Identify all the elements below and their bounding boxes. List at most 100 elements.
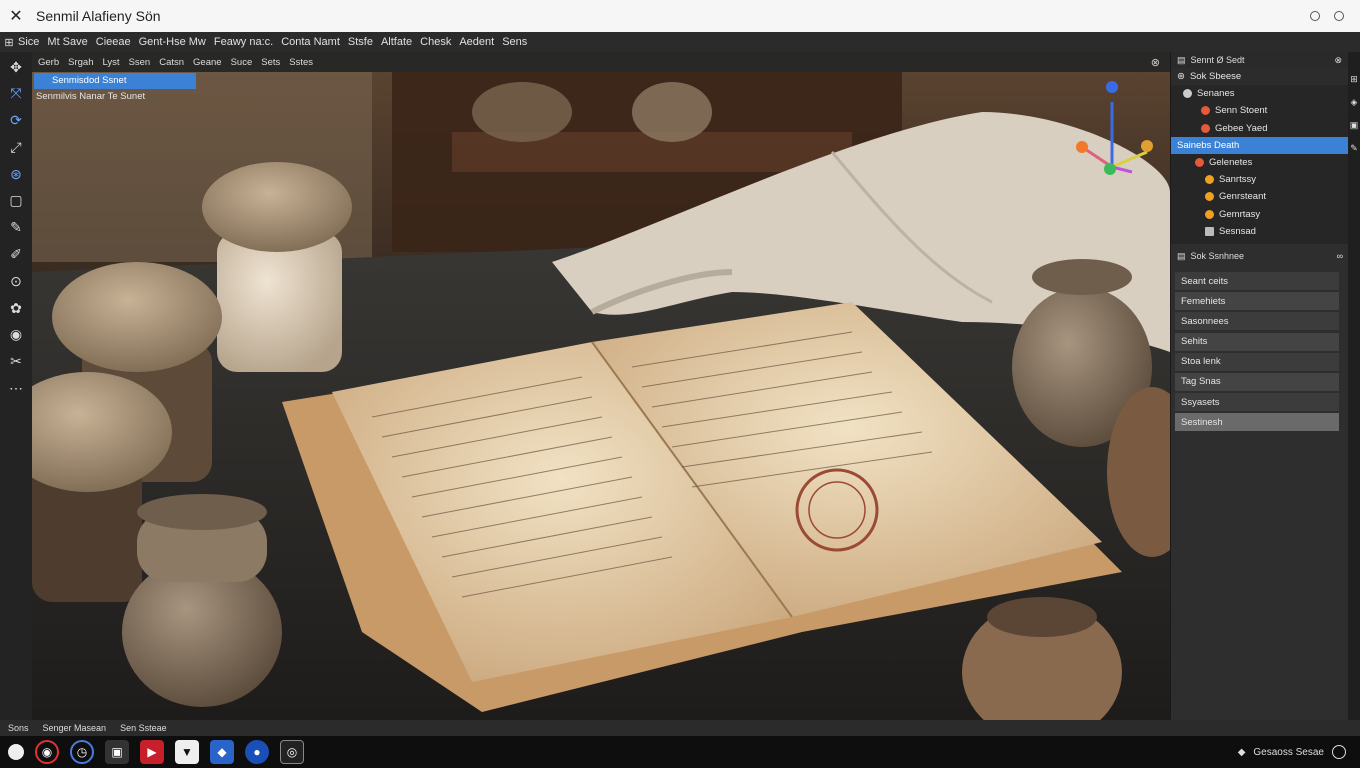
viewport-menu-item[interactable]: Lyst: [102, 57, 119, 68]
outliner-item[interactable]: Gelenetes: [1171, 154, 1349, 171]
menu-item[interactable]: Stsfe: [348, 36, 373, 48]
photos-icon[interactable]: ◆: [210, 740, 234, 764]
property-label: Seant ceits: [1181, 275, 1228, 287]
menu-item[interactable]: Chesk: [420, 36, 451, 48]
transform-tool-icon[interactable]: ⊛: [4, 163, 28, 185]
system-tray: ◆ Gesaoss Sesae: [1238, 745, 1360, 759]
terminal-icon[interactable]: ◎: [280, 740, 304, 764]
outliner-item[interactable]: Gebee Yaed: [1171, 120, 1349, 137]
pin-icon[interactable]: ⊗: [1151, 56, 1160, 69]
properties-options-icon[interactable]: ∞: [1337, 251, 1343, 261]
status-text: Sen Ssteae: [120, 723, 167, 733]
outliner-item[interactable]: Sanrtssy: [1171, 171, 1349, 188]
outliner-options-icon[interactable]: ⊗: [1334, 55, 1342, 66]
outliner-item-label: Gebee Yaed: [1215, 122, 1268, 134]
property-row-active[interactable]: Sestinesh: [1175, 413, 1339, 432]
outliner-item-label: Senn Stoent: [1215, 105, 1268, 117]
network-icon[interactable]: ◆: [1238, 747, 1246, 758]
settings-icon[interactable]: [1310, 11, 1320, 21]
tool-tab-icon[interactable]: ⊞: [1350, 74, 1358, 85]
outliner-item[interactable]: Senn Stoent: [1171, 102, 1349, 119]
right-panel: ▤ Sennt Ø Sedt ⊗ ⊛ Sok Sbeese Senanes Se…: [1170, 52, 1349, 720]
rotate-tool-icon[interactable]: ⟳: [4, 110, 28, 132]
outliner-item[interactable]: Sesnsad: [1171, 223, 1349, 240]
measure-tool-icon[interactable]: ⊙: [4, 270, 28, 292]
camera-tool-icon[interactable]: ◉: [4, 324, 28, 346]
active-object-field[interactable]: Senmisdod Ssnet: [34, 73, 196, 89]
scale-tool-icon[interactable]: ⤢: [4, 136, 28, 158]
menu-item[interactable]: Conta Namt: [281, 36, 340, 48]
properties-icon: ▤: [1177, 250, 1186, 261]
status-text: Sons: [8, 723, 29, 733]
app-logo-icon: ✕: [9, 8, 23, 25]
outliner-item[interactable]: Gemrtasy: [1171, 206, 1349, 223]
window-controls: [1310, 11, 1360, 21]
start-button[interactable]: [8, 744, 24, 760]
properties-list: Seant ceits Femehiets Sasonnees Sehits S…: [1175, 272, 1339, 434]
viewport-menu-item[interactable]: Geane: [193, 57, 222, 68]
select-tool-icon[interactable]: ✥: [4, 56, 28, 78]
property-row[interactable]: Femehiets: [1175, 292, 1339, 311]
property-row[interactable]: Tag Snas: [1175, 372, 1339, 391]
outliner-item-selected[interactable]: Sainebs Death: [1171, 136, 1349, 154]
outliner-title: Sennt Ø Sedt: [1190, 55, 1245, 65]
property-row[interactable]: Ssyasets: [1175, 393, 1339, 412]
outliner-item[interactable]: Genrsteant: [1171, 188, 1349, 205]
properties-tab-strip: ⊞ ◈ ▣ ✎: [1348, 52, 1360, 720]
outliner-item-label: Sanrtssy: [1219, 174, 1256, 186]
annotate-tool-icon[interactable]: ✿: [4, 297, 28, 319]
extra-tools-icon[interactable]: ⋯: [4, 378, 28, 400]
store-icon[interactable]: ▼: [175, 740, 199, 764]
viewport-menu-item[interactable]: Sstes: [289, 57, 313, 68]
viewport-menu-item[interactable]: Suce: [231, 57, 253, 68]
outliner-item-label: Genrsteant: [1219, 191, 1266, 203]
media-icon[interactable]: ▶: [140, 740, 164, 764]
scene-tab-icon[interactable]: ✎: [1350, 143, 1358, 154]
property-row[interactable]: Stoa lenk: [1175, 352, 1339, 371]
viewport-info-text: Senmilvis Nanar Te Sunet: [36, 91, 146, 102]
close-icon[interactable]: [1334, 11, 1344, 21]
viewport-menu-item[interactable]: Srgah: [68, 57, 93, 68]
menu-item[interactable]: Sens: [502, 36, 527, 48]
status-text: Senger Masean: [42, 723, 107, 733]
outliner-icon: ▤: [1177, 54, 1186, 65]
move-tool-icon[interactable]: ⤧: [4, 83, 28, 105]
frame-tool-icon[interactable]: ▢: [4, 190, 28, 212]
clock-app-icon[interactable]: ◷: [70, 740, 94, 764]
clock-icon[interactable]: [1332, 745, 1346, 759]
brush-tool-icon[interactable]: ✎: [4, 217, 28, 239]
scene-render: [32, 72, 1170, 720]
menu-item[interactable]: Altfate: [381, 36, 412, 48]
properties-header: ▤ Sok Ssnhnee ∞: [1171, 248, 1349, 264]
menu-bar: ⊞ Sice Mt Save Cieeae Gent-Hse Mw Feawy …: [0, 32, 1360, 52]
filter-icon[interactable]: ⊛: [1177, 71, 1185, 82]
property-row[interactable]: Seant ceits: [1175, 272, 1339, 290]
property-row[interactable]: Sehits: [1175, 332, 1339, 351]
blender-icon[interactable]: ●: [245, 740, 269, 764]
cut-tool-icon[interactable]: ✂: [4, 351, 28, 373]
left-toolbar: ✥ ⤧ ⟳ ⤢ ⊛ ▢ ✎ ✐ ⊙ ✿ ◉ ✂ ⋯: [0, 52, 32, 720]
files-icon[interactable]: ▣: [105, 740, 129, 764]
menu-item[interactable]: Mt Save: [47, 36, 87, 48]
viewport-menu-item[interactable]: Sets: [261, 57, 280, 68]
menu-item[interactable]: Cieeae: [96, 36, 131, 48]
render-tab-icon[interactable]: ◈: [1351, 97, 1358, 108]
viewport-menu-item[interactable]: Catsn: [159, 57, 184, 68]
menu-item[interactable]: Aedent: [459, 36, 494, 48]
menu-item[interactable]: Gent-Hse Mw: [139, 36, 206, 48]
3d-viewport[interactable]: Gerb Srgah Lyst Ssen Catsn Geane Suce Se…: [32, 52, 1170, 720]
outliner-item[interactable]: Senanes: [1171, 85, 1349, 102]
property-row[interactable]: Sasonnees: [1175, 312, 1339, 331]
object-icon: [1205, 175, 1214, 185]
output-tab-icon[interactable]: ▣: [1350, 120, 1359, 131]
menu-icon[interactable]: ⊞: [0, 36, 18, 49]
window-title: Senmil Alafieny Sön: [36, 8, 161, 24]
property-label: Ssyasets: [1181, 396, 1220, 408]
object-icon: [1205, 226, 1214, 236]
viewport-menu-item[interactable]: Ssen: [129, 57, 151, 68]
paint-tool-icon[interactable]: ✐: [4, 244, 28, 266]
menu-item[interactable]: Sice: [18, 36, 39, 48]
browser-icon[interactable]: ◉: [35, 740, 59, 764]
menu-item[interactable]: Feawy na:c.: [214, 36, 273, 48]
viewport-menu-item[interactable]: Gerb: [38, 57, 59, 68]
